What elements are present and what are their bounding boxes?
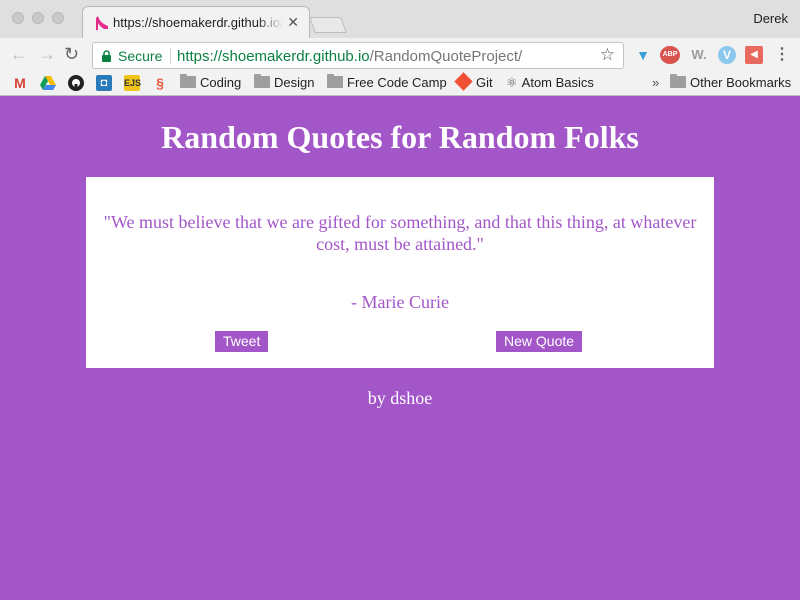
active-tab[interactable]: https://shoemakerdr.github.io/RandomQuot… xyxy=(82,6,310,38)
bookmark-label: Other Bookmarks xyxy=(690,75,792,90)
high-heel-icon xyxy=(96,16,108,30)
bookmark-atom-basics[interactable]: ⚛ Atom Basics xyxy=(506,74,594,92)
page-body: Random Quotes for Random Folks "We must … xyxy=(0,97,800,600)
css-swirl-icon[interactable]: § xyxy=(152,75,168,91)
menu-dots-icon[interactable]: ⋮ xyxy=(774,46,790,64)
tab-title: https://shoemakerdr.github.io/RandomQuot… xyxy=(113,15,283,30)
bookmark-git[interactable]: Git xyxy=(454,72,493,92)
profile-name[interactable]: Derek xyxy=(753,11,788,26)
bookmarks-overflow-chevron-icon[interactable]: » xyxy=(652,74,659,92)
folder-icon xyxy=(254,74,270,88)
bookmark-other-bookmarks[interactable]: Other Bookmarks xyxy=(670,74,791,92)
byline: by dshoe xyxy=(367,388,433,408)
bookmark-coding[interactable]: Coding xyxy=(180,74,241,92)
folder-icon xyxy=(180,74,196,88)
back-arrow-icon[interactable]: ← xyxy=(10,44,28,64)
speaker-icon[interactable]: ◀ xyxy=(745,46,763,64)
tab-bar: https://shoemakerdr.github.io/RandomQuot… xyxy=(0,0,800,38)
bookmark-star-icon[interactable]: ☆ xyxy=(600,45,615,65)
omnibox-divider xyxy=(170,48,171,64)
new-quote-button[interactable]: New Quote xyxy=(496,331,583,352)
close-window-button[interactable] xyxy=(12,12,24,24)
url-path: /RandomQuoteProject/ xyxy=(369,48,523,65)
adblock-icon[interactable]: ABP xyxy=(660,46,680,64)
page-title: Random Quotes for Random Folks xyxy=(161,119,639,155)
google-drive-icon[interactable] xyxy=(40,75,56,91)
forward-arrow-icon[interactable]: → xyxy=(38,44,56,64)
quote-text: "We must believe that we are gifted for … xyxy=(103,212,697,254)
quote-card: "We must believe that we are gifted for … xyxy=(86,177,714,368)
bookmark-label: Atom Basics xyxy=(521,75,594,90)
close-tab-icon[interactable]: ✕ xyxy=(287,14,299,31)
folder-icon xyxy=(670,74,686,88)
minimize-window-button[interactable] xyxy=(32,12,44,24)
zoom-window-button[interactable] xyxy=(52,12,64,24)
vue-devtools-icon[interactable]: V xyxy=(718,46,736,64)
quote-author: - Marie Curie xyxy=(351,292,449,312)
new-tab-button[interactable] xyxy=(309,17,347,33)
vivaldi-icon[interactable]: ▼ xyxy=(634,46,652,64)
reload-icon[interactable]: ↻ xyxy=(64,44,79,64)
gmail-icon[interactable]: M xyxy=(12,75,28,91)
w-extension-icon[interactable]: W. xyxy=(688,46,710,64)
codepen-icon[interactable]: ◘ xyxy=(96,75,112,91)
bookmark-free-code-camp[interactable]: Free Code Camp xyxy=(327,74,447,92)
git-icon xyxy=(454,72,473,91)
atom-icon: ⚛ xyxy=(506,75,518,90)
bookmark-label: Free Code Camp xyxy=(347,75,447,90)
url-text[interactable]: https://shoemakerdr.github.io/RandomQuot… xyxy=(177,48,522,65)
bookmarks-bar: M ◘ EJS § Coding Design Free Code Camp G… xyxy=(0,72,800,94)
browser-chrome: https://shoemakerdr.github.io/RandomQuot… xyxy=(0,0,800,96)
address-bar[interactable]: Secure https://shoemakerdr.github.io/Ran… xyxy=(92,42,624,69)
tweet-button[interactable]: Tweet xyxy=(215,331,269,352)
folder-icon xyxy=(327,74,343,88)
bookmark-label: Coding xyxy=(200,75,242,90)
ejs-icon[interactable]: EJS xyxy=(124,75,141,91)
url-host: https://shoemakerdr.github.io xyxy=(177,48,370,65)
lock-icon xyxy=(102,50,111,62)
security-label: Secure xyxy=(118,48,163,64)
navigation-toolbar: ← → ↻ Secure https://shoemakerdr.github.… xyxy=(0,38,800,72)
bookmark-label: Design xyxy=(274,75,315,90)
bookmark-design[interactable]: Design xyxy=(254,74,314,92)
github-icon[interactable] xyxy=(68,75,84,91)
bookmark-label: Git xyxy=(476,75,493,90)
